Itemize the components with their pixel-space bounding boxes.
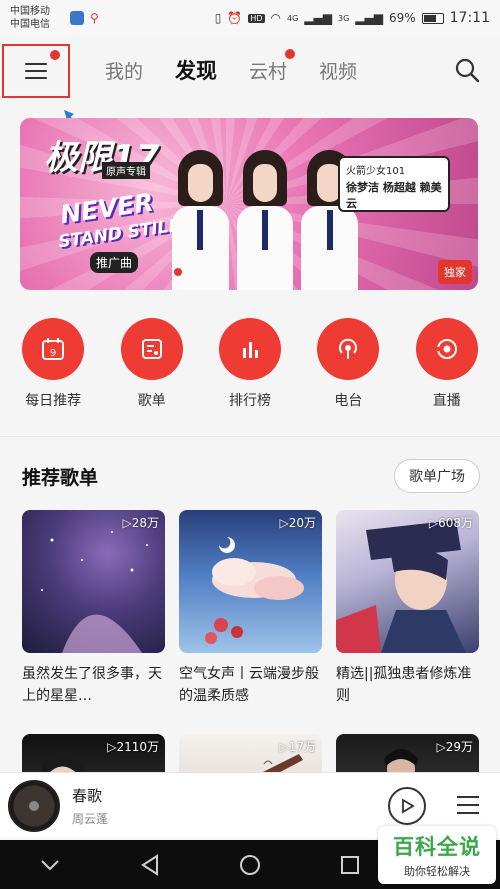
signal-bars-icon-2: ▂▄▆ <box>355 11 383 25</box>
playlist-cover-3: ▷608万 <box>336 510 479 653</box>
signal-3g-icon: 3G <box>337 13 350 23</box>
playlist-icon <box>120 318 183 380</box>
clouds-image <box>205 537 304 644</box>
play-icon <box>402 798 415 814</box>
recommend-header: 推荐歌单 歌单广场 <box>22 458 480 494</box>
location-pin-icon: ⚲ <box>90 11 99 25</box>
quick-label-playlist: 歌单 <box>137 393 166 409</box>
home-icon[interactable] <box>236 851 264 879</box>
album-disc-icon[interactable] <box>8 779 60 832</box>
calendar-day: 9 <box>50 348 56 359</box>
watermark-logo: 百科全说 助你轻松解决 <box>378 826 496 884</box>
battery-percent: 69% <box>388 11 416 25</box>
live-icon <box>415 318 478 380</box>
status-bar: 中国移动 中国电信 ⚲ ▯ ⏰ HD ◠ 4G ▂▄▆ 3G ▂▄▆ 69% 1… <box>0 0 500 36</box>
banner-song-label: 推广曲 <box>90 252 139 273</box>
anime-boy-image <box>336 520 466 653</box>
village-notification-dot <box>285 48 296 59</box>
playlist-card[interactable]: ▷608万 精选||孤独患者修炼准则 <box>336 510 479 707</box>
tab-village[interactable]: 云村 <box>249 48 296 84</box>
quick-label-live: 直播 <box>432 393 461 409</box>
carrier-line-2: 中国电信 <box>10 19 50 30</box>
alarm-icon: ⏰ <box>227 11 243 25</box>
calendar-icon: 9 <box>22 318 85 380</box>
vibrate-icon: ▯ <box>214 11 222 25</box>
banner-speech-bubble: 火箭少女101 徐梦洁 杨超越 赖美云 <box>338 156 450 212</box>
quick-daily-recommend[interactable]: 9 每日推荐 <box>8 318 98 418</box>
now-playing-info[interactable]: 春歌 周云蓬 <box>72 785 108 827</box>
menu-button[interactable] <box>2 44 70 98</box>
menu-notification-dot <box>50 50 60 60</box>
playlist-square-button[interactable]: 歌单广场 <box>394 459 480 493</box>
bubble-members: 徐梦洁 杨超越 赖美云 <box>346 181 442 210</box>
banner-subtitle: 原声专辑 <box>102 162 150 179</box>
play-count: ▷20万 <box>279 516 317 530</box>
play-count: ▷2110万 <box>107 740 159 754</box>
carrier-info: 中国移动 中国电信 <box>10 5 70 31</box>
playlist-card[interactable]: ▷20万 空气女声丨云端漫步般的温柔质感 <box>179 510 322 707</box>
song-artist: 周云蓬 <box>72 811 109 826</box>
hamburger-icon <box>25 63 47 79</box>
top-nav: 我的 发现 云村 视频 <box>0 40 500 100</box>
quick-live[interactable]: 直播 <box>402 318 492 418</box>
wifi-icon: ◠ <box>270 11 281 25</box>
playlist-card[interactable]: ▷28万 虽然发生了很多事，天上的星星… <box>22 510 165 707</box>
quick-charts[interactable]: 排行榜 <box>205 318 295 418</box>
signal-4g-icon: 4G <box>287 13 299 23</box>
quick-radio[interactable]: 电台 <box>303 318 393 418</box>
banner-artists-image <box>170 140 360 290</box>
hd-badge: HD <box>248 13 265 23</box>
play-count: ▷29万 <box>436 740 474 754</box>
playlist-cover-1: ▷28万 <box>22 510 165 653</box>
quick-playlist[interactable]: 歌单 <box>107 318 197 418</box>
carrier-line-1: 中国移动 <box>10 6 50 17</box>
back-icon[interactable] <box>136 851 164 879</box>
tab-village-label: 云村 <box>249 60 288 83</box>
banner-page-indicator <box>174 268 182 276</box>
section-divider <box>0 436 500 437</box>
playlist-title: 虽然发生了很多事，天上的星星… <box>22 666 162 704</box>
artist-figure-2 <box>235 150 296 290</box>
song-title: 春歌 <box>72 786 103 805</box>
bubble-group-name: 火箭少女101 <box>346 166 406 177</box>
tab-discover[interactable]: 发现 <box>175 55 217 85</box>
exclusive-tag: 独家 <box>438 260 472 284</box>
promo-banner[interactable]: 极限17 原声专辑 NEVER STAND STILL 推广曲 火箭少女101 … <box>20 118 478 290</box>
search-icon[interactable] <box>454 57 480 83</box>
recommend-title: 推荐歌单 <box>22 466 99 489</box>
tab-bar: 我的 发现 云村 视频 <box>105 40 357 100</box>
battery-icon <box>421 12 444 24</box>
status-right: ▯ ⏰ HD ◠ 4G ▂▄▆ 3G ▂▄▆ 69% 17:11 <box>215 10 490 26</box>
quick-actions: 9 每日推荐 歌单 排行榜 电台 直播 <box>0 318 500 418</box>
tab-video[interactable]: 视频 <box>319 57 357 84</box>
playlist-title: 精选||孤独患者修炼准则 <box>336 666 472 704</box>
signal-bars-icon: ▂▄▆ <box>304 11 332 25</box>
watermark-main: 百科全说 <box>393 835 481 859</box>
playlist-cards: ▷28万 虽然发生了很多事，天上的星星… ▷20万 空气女声丨云端漫步般的温柔质… <box>22 510 482 707</box>
hide-nav-icon[interactable] <box>36 851 64 879</box>
app-notification-icon <box>70 11 84 25</box>
radio-icon <box>317 318 380 380</box>
quick-label-daily: 每日推荐 <box>25 393 82 409</box>
notification-icons: ⚲ <box>70 11 100 25</box>
quick-label-radio: 电台 <box>334 393 363 409</box>
play-count: ▷28万 <box>122 516 160 530</box>
play-count: ▷17万 <box>279 740 317 754</box>
playlist-title: 空气女声丨云端漫步般的温柔质感 <box>179 666 319 704</box>
starfield-image <box>41 531 148 653</box>
quick-label-charts: 排行榜 <box>228 393 271 409</box>
bar-chart-icon <box>218 318 281 380</box>
recents-icon[interactable] <box>336 851 364 879</box>
clock: 17:11 <box>449 10 490 26</box>
watermark-sub: 助你轻松解决 <box>404 865 470 878</box>
tab-mine[interactable]: 我的 <box>105 57 143 84</box>
play-count: ▷608万 <box>428 516 473 530</box>
playlist-cover-2: ▷20万 <box>179 510 322 653</box>
play-button[interactable] <box>388 787 426 825</box>
queue-list-icon[interactable] <box>455 793 481 817</box>
